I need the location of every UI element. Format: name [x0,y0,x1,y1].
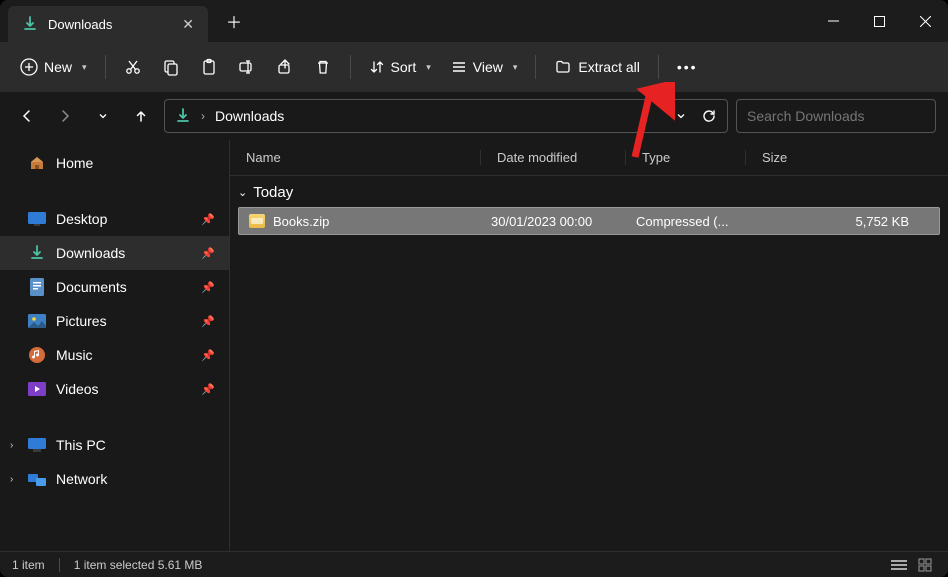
column-type[interactable]: Type [625,150,745,165]
file-size: 5,752 KB [746,214,939,229]
ellipsis-icon: ••• [677,59,698,75]
chevron-down-icon: ▾ [513,62,518,73]
sidebar-item-music[interactable]: Music 📌 [0,338,229,372]
thumbnail-view-button[interactable] [914,556,936,574]
chevron-down-icon[interactable] [675,110,687,122]
file-date: 30/01/2023 00:00 [481,214,626,229]
pin-icon: 📌 [201,281,215,294]
column-size[interactable]: Size [745,150,948,165]
tab-label: Downloads [48,17,112,32]
up-button[interactable] [126,101,156,131]
sort-icon [369,59,385,75]
item-count: 1 item [12,558,45,572]
selection-info: 1 item selected 5.61 MB [74,558,203,572]
pc-icon [28,436,46,454]
sidebar-item-documents[interactable]: Documents 📌 [0,270,229,304]
sidebar-item-videos[interactable]: Videos 📌 [0,372,229,406]
refresh-icon[interactable] [701,108,717,124]
download-icon [28,244,46,262]
details-view-button[interactable] [888,556,910,574]
delete-button[interactable] [306,52,340,82]
sidebar-item-network[interactable]: › Network [0,462,229,496]
column-name[interactable]: Name [230,150,480,165]
tab-downloads[interactable]: Downloads ✕ [8,6,208,42]
scissors-icon [124,58,142,76]
pin-icon: 📌 [201,383,215,396]
search-box[interactable] [736,99,936,133]
music-icon [28,346,46,364]
close-button[interactable] [902,0,948,42]
path-segment[interactable]: Downloads [215,108,284,124]
home-icon [28,154,46,172]
trash-icon [314,58,332,76]
sidebar-item-pictures[interactable]: Pictures 📌 [0,304,229,338]
chevron-right-icon: › [201,109,205,123]
status-bar: 1 item 1 item selected 5.61 MB [0,551,948,577]
search-input[interactable] [747,108,928,124]
pin-icon: 📌 [201,213,215,226]
sidebar-item-downloads[interactable]: Downloads 📌 [0,236,229,270]
picture-icon [28,312,46,330]
chevron-down-icon: ⌄ [238,186,247,199]
more-button[interactable]: ••• [669,53,706,81]
extract-all-button[interactable]: Extract all [546,52,647,82]
path-bar[interactable]: › Downloads [164,99,728,133]
column-headers: Name Date modified ⌄ Type Size [230,140,948,176]
recent-dropdown-button[interactable] [88,101,118,131]
file-type: Compressed (... [626,214,746,229]
copy-button[interactable] [154,52,188,82]
column-date[interactable]: Date modified ⌄ [480,150,625,165]
share-button[interactable] [268,52,302,82]
sidebar-item-home[interactable]: Home [0,146,229,180]
copy-icon [162,58,180,76]
pin-icon: 📌 [201,315,215,328]
plus-circle-icon [20,58,38,76]
sidebar-item-desktop[interactable]: Desktop 📌 [0,202,229,236]
paste-button[interactable] [192,52,226,82]
video-icon [28,380,46,398]
forward-button[interactable] [50,101,80,131]
file-name: Books.zip [273,214,329,229]
desktop-icon [28,210,46,228]
rename-icon [238,58,256,76]
chevron-down-icon: ⌄ [549,148,557,159]
group-today[interactable]: ⌄ Today [230,180,948,205]
file-list-area: Name Date modified ⌄ Type Size ⌄ Today B… [230,140,948,551]
paste-icon [200,58,218,76]
sidebar: Home Desktop 📌 Downloads 📌 Documents 📌 P… [0,140,230,551]
rename-button[interactable] [230,52,264,82]
view-button[interactable]: View ▾ [443,53,526,81]
minimize-button[interactable] [810,0,856,42]
new-button[interactable]: New ▾ [12,52,95,82]
chevron-down-icon: ▾ [426,62,431,73]
download-icon [22,16,38,32]
pin-icon: 📌 [201,247,215,260]
document-icon [28,278,46,296]
tab-close-icon[interactable]: ✕ [182,16,194,33]
cut-button[interactable] [116,52,150,82]
download-icon [175,108,191,124]
navigation-row: › Downloads [0,92,948,140]
sort-button[interactable]: Sort ▾ [361,53,439,81]
new-tab-button[interactable]: ＋ [226,9,242,33]
zip-file-icon [249,214,265,228]
sidebar-item-thispc[interactable]: › This PC [0,428,229,462]
pin-icon: 📌 [201,349,215,362]
back-button[interactable] [12,101,42,131]
file-row[interactable]: Books.zip 30/01/2023 00:00 Compressed (.… [238,207,940,235]
list-icon [451,59,467,75]
share-icon [276,58,294,76]
chevron-down-icon [97,110,109,122]
chevron-right-icon[interactable]: › [10,440,13,451]
toolbar: New ▾ Sort ▾ View ▾ Extract all ••• [0,42,948,92]
titlebar: Downloads ✕ ＋ [0,0,948,42]
chevron-right-icon[interactable]: › [10,474,13,485]
maximize-button[interactable] [856,0,902,42]
extract-icon [554,58,572,76]
chevron-down-icon: ▾ [82,62,87,73]
network-icon [28,470,46,488]
